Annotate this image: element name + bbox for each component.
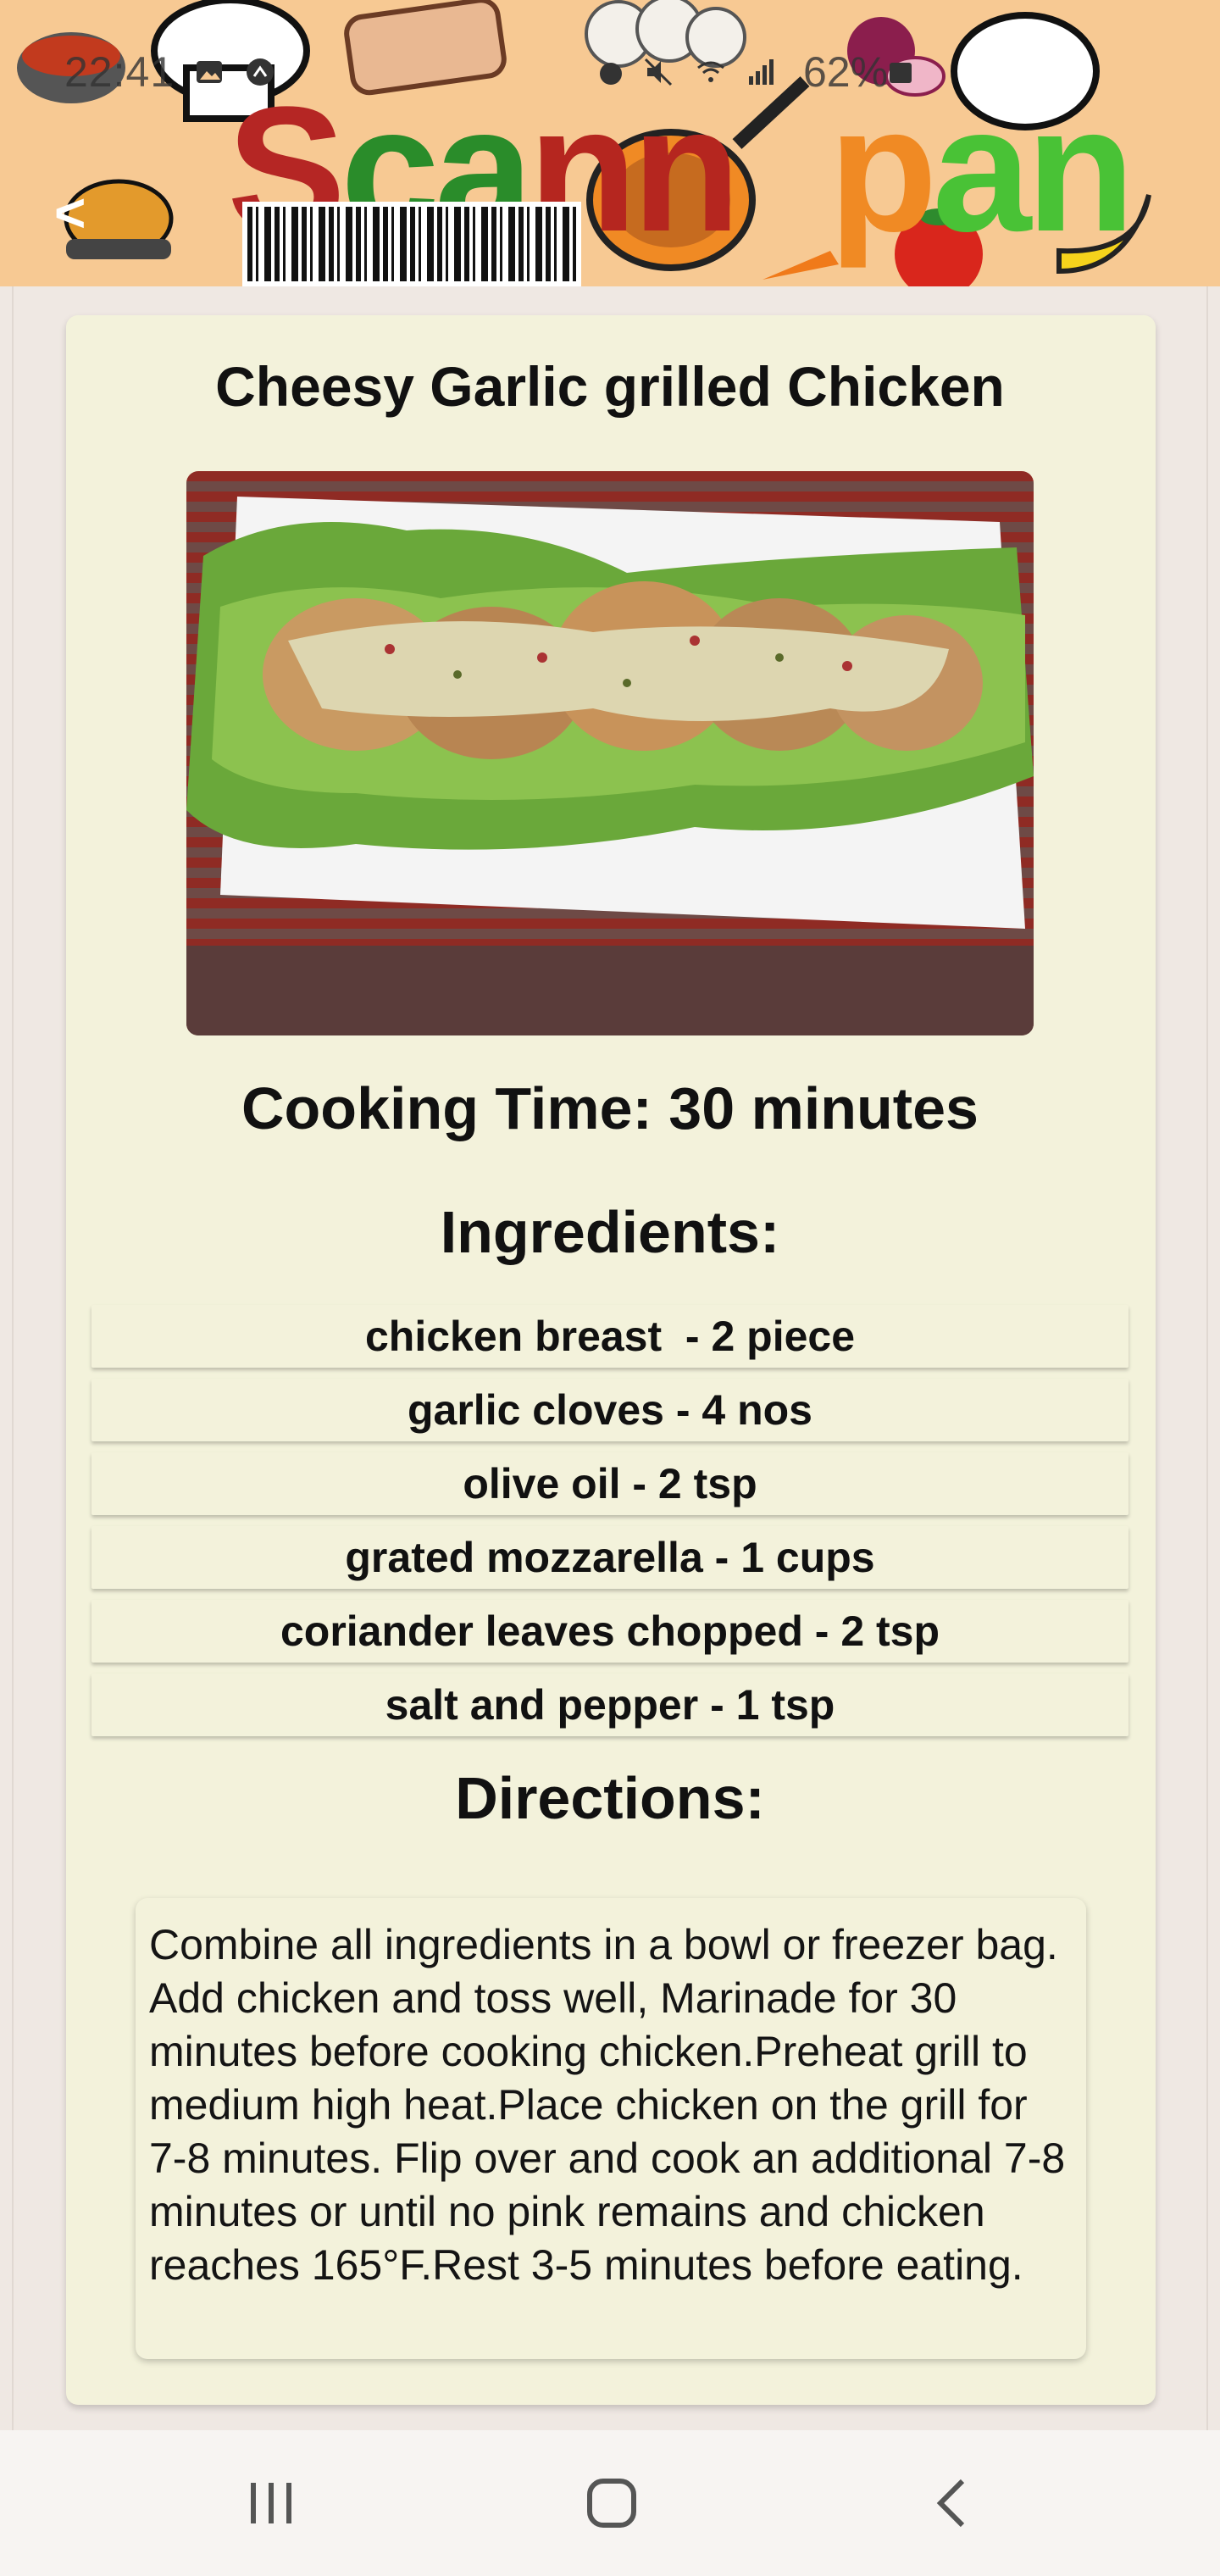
app-header-banner: 22:41 62% Scann pan < — [0, 0, 1220, 286]
ingredients-list: chicken breast - 2 piece garlic cloves -… — [92, 1305, 1128, 1747]
ingredient-item: salt and pepper - 1 tsp — [92, 1674, 1128, 1736]
logo-part: p — [829, 69, 937, 269]
recent-apps-icon[interactable] — [229, 2469, 313, 2537]
home-icon[interactable] — [569, 2469, 654, 2537]
ingredients-heading: Ingredients: — [440, 1199, 780, 1265]
recipe-image — [186, 471, 1034, 1035]
image-notification-icon — [197, 61, 222, 83]
ingredient-item: chicken breast - 2 piece — [92, 1305, 1128, 1368]
ingredient-item: olive oil - 2 tsp — [92, 1452, 1128, 1515]
barcode-graphic — [242, 202, 581, 286]
logo-part: an — [932, 69, 1135, 269]
system-nav-bar — [0, 2430, 1220, 2576]
status-time: 22:41 — [64, 48, 175, 96]
ingredient-item: garlic cloves - 4 nos — [92, 1379, 1128, 1441]
back-icon[interactable] — [910, 2469, 995, 2537]
back-button[interactable]: < — [54, 181, 86, 244]
directions-box: Combine all ingredients in a bowl or fre… — [136, 1898, 1086, 2359]
directions-heading: Directions: — [455, 1765, 765, 1831]
directions-text: Combine all ingredients in a bowl or fre… — [149, 1921, 1066, 2289]
ingredient-item: coriander leaves chopped - 2 tsp — [92, 1600, 1128, 1663]
ingredient-item: grated mozzarella - 1 cups — [92, 1526, 1128, 1589]
cooking-time: Cooking Time: 30 minutes — [241, 1075, 979, 1141]
recipe-title: Cheesy Garlic grilled Chicken — [215, 355, 1005, 418]
